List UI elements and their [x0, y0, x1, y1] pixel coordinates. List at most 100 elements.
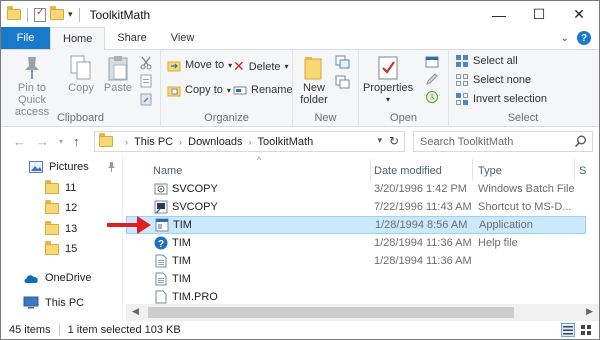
properties-label: Properties — [362, 82, 414, 94]
address-bar[interactable]: › This PC › Downloads › ToolkitMath ▾ ↻ — [94, 131, 405, 152]
properties-button[interactable]: Properties ▾ — [363, 54, 413, 106]
nav-item-15[interactable]: 15 — [45, 240, 77, 255]
tab-share[interactable]: Share — [105, 27, 158, 49]
column-header-size[interactable]: S — [579, 161, 586, 181]
folder-icon — [7, 6, 21, 20]
column-header-name[interactable]: Name — [153, 161, 182, 181]
breadcrumb-separator[interactable]: › — [125, 137, 128, 147]
copy-button[interactable]: Copy — [64, 54, 98, 94]
paste-button[interactable]: Paste — [101, 54, 135, 94]
maximize-button[interactable]: ☐ — [519, 1, 559, 28]
new-item-icon[interactable] — [335, 55, 350, 69]
search-input[interactable]: Search ToolkitMath — [413, 131, 593, 152]
table-row[interactable]: SVCOPY 7/22/1996 11:43 AM Shortcut to MS… — [126, 198, 586, 216]
qat-divider — [27, 7, 28, 22]
nav-item-this-pc[interactable]: This PC — [23, 296, 84, 309]
organize-group: Move to ▾ Copy to ▾ ✕ Delete ▾ Rename Or… — [161, 50, 293, 127]
view-switcher — [561, 323, 593, 337]
new-folder-icon[interactable] — [50, 6, 64, 20]
breadcrumb-this-pc[interactable]: This PC — [134, 136, 173, 148]
horizontal-scrollbar[interactable]: ◀ ▶ — [126, 304, 599, 321]
move-to-button[interactable]: Move to ▾ — [167, 58, 232, 72]
pin-quick-access-button[interactable]: Pin to Quick access — [5, 54, 59, 118]
scroll-right-icon[interactable]: ▶ — [586, 306, 593, 317]
tab-home[interactable]: Home — [50, 27, 106, 50]
qat-dropdown[interactable]: ▾ — [68, 9, 73, 20]
easy-access-icon[interactable] — [335, 75, 350, 89]
delete-button[interactable]: ✕ Delete ▾ — [233, 58, 289, 75]
nav-item-12[interactable]: 12 — [45, 199, 77, 214]
file-name: SVCOPY — [172, 201, 218, 213]
open-icon[interactable] — [425, 55, 439, 69]
minimize-button[interactable]: — — [479, 1, 519, 28]
column-divider[interactable] — [370, 159, 371, 181]
edit-icon[interactable] — [425, 72, 439, 86]
window-title: ToolkitMath — [89, 7, 151, 22]
new-folder-button[interactable]: New folder — [297, 54, 331, 106]
status-bar: 45 items 1 item selected 103 KB — [1, 321, 599, 339]
column-divider[interactable] — [472, 159, 473, 181]
new-folder-label-line2: folder — [300, 94, 328, 106]
breadcrumb-toolkitmath[interactable]: ToolkitMath — [258, 136, 314, 148]
help-icon[interactable]: ? — [577, 31, 591, 45]
nav-item-13[interactable]: 13 — [45, 220, 77, 235]
tab-file[interactable]: File — [1, 27, 50, 49]
file-date: 1/28/1994 8:56 AM — [375, 219, 468, 231]
forward-icon[interactable]: → — [36, 134, 49, 149]
select-none-button[interactable]: Select none — [455, 73, 531, 87]
properties-icon[interactable] — [34, 7, 46, 22]
up-icon[interactable]: ↑ — [73, 134, 80, 149]
invert-selection-button[interactable]: Invert selection — [455, 92, 547, 106]
column-divider[interactable] — [574, 159, 575, 181]
ribbon: Pin to Quick access Copy Paste Clipboard… — [1, 50, 599, 127]
collapse-ribbon-icon[interactable]: ⌄ — [561, 33, 569, 44]
tab-view[interactable]: View — [159, 27, 207, 49]
nav-item-onedrive[interactable]: OneDrive — [23, 272, 91, 284]
copy-to-label: Copy to — [185, 84, 223, 96]
column-header-type[interactable]: Type — [478, 161, 502, 181]
close-button[interactable]: ✕ — [559, 1, 599, 28]
copy-to-icon — [167, 86, 181, 97]
document-icon — [155, 254, 167, 268]
shortcut-icon — [154, 200, 168, 214]
table-row[interactable]: ? TIM 1/28/1994 11:36 AM Help file — [126, 234, 586, 252]
history-icon[interactable] — [425, 90, 439, 104]
scroll-left-icon[interactable]: ◀ — [132, 306, 139, 317]
address-dropdown-icon[interactable]: ▾ — [377, 135, 382, 146]
select-all-button[interactable]: Select all — [455, 54, 518, 68]
breadcrumb-separator[interactable]: › — [179, 137, 182, 147]
select-none-icon — [456, 74, 468, 86]
rename-button[interactable]: Rename — [233, 83, 293, 97]
cut-icon[interactable] — [139, 56, 153, 70]
copy-to-button[interactable]: Copy to ▾ — [167, 83, 231, 97]
scrollbar-thumb[interactable] — [148, 307, 514, 318]
paste-shortcut-icon[interactable] — [139, 92, 153, 106]
navigation-pane: Pictures 11 12 13 15 OneDrive This PC — [1, 155, 123, 321]
breadcrumb-separator[interactable]: › — [249, 137, 252, 147]
pin-icon — [25, 57, 39, 79]
new-group: New folder New — [293, 50, 359, 127]
table-row[interactable]: TIM — [126, 270, 586, 288]
pin-icon[interactable] — [107, 162, 116, 174]
back-icon[interactable]: ← — [13, 134, 26, 149]
table-row[interactable]: TIM 1/28/1994 11:36 AM — [126, 252, 586, 270]
breadcrumb-downloads[interactable]: Downloads — [188, 136, 242, 148]
recent-locations-icon[interactable]: ▾ — [59, 137, 63, 146]
details-view-icon[interactable] — [561, 323, 575, 337]
file-type: Shortcut to MS-D... — [478, 201, 572, 213]
file-name: SVCOPY — [172, 183, 218, 195]
table-row[interactable]: SVCOPY 3/20/1996 1:42 PM Windows Batch F… — [126, 180, 586, 198]
select-none-label: Select none — [473, 74, 532, 86]
table-row-selected[interactable]: TIM 1/28/1994 8:56 AM Application — [126, 216, 586, 234]
quick-access-toolbar: ▾ — [1, 6, 82, 22]
large-icons-view-icon[interactable] — [579, 323, 593, 337]
column-header-date[interactable]: Date modified — [374, 161, 442, 181]
file-type: Application — [479, 219, 533, 231]
new-folder-label-line1: New — [302, 82, 325, 94]
nav-item-11[interactable]: 11 — [45, 179, 76, 194]
paste-label: Paste — [103, 82, 133, 94]
refresh-icon[interactable]: ↻ — [389, 134, 399, 148]
invert-selection-icon — [456, 93, 468, 105]
svg-text:?: ? — [158, 239, 164, 250]
copy-path-icon[interactable] — [139, 74, 153, 88]
